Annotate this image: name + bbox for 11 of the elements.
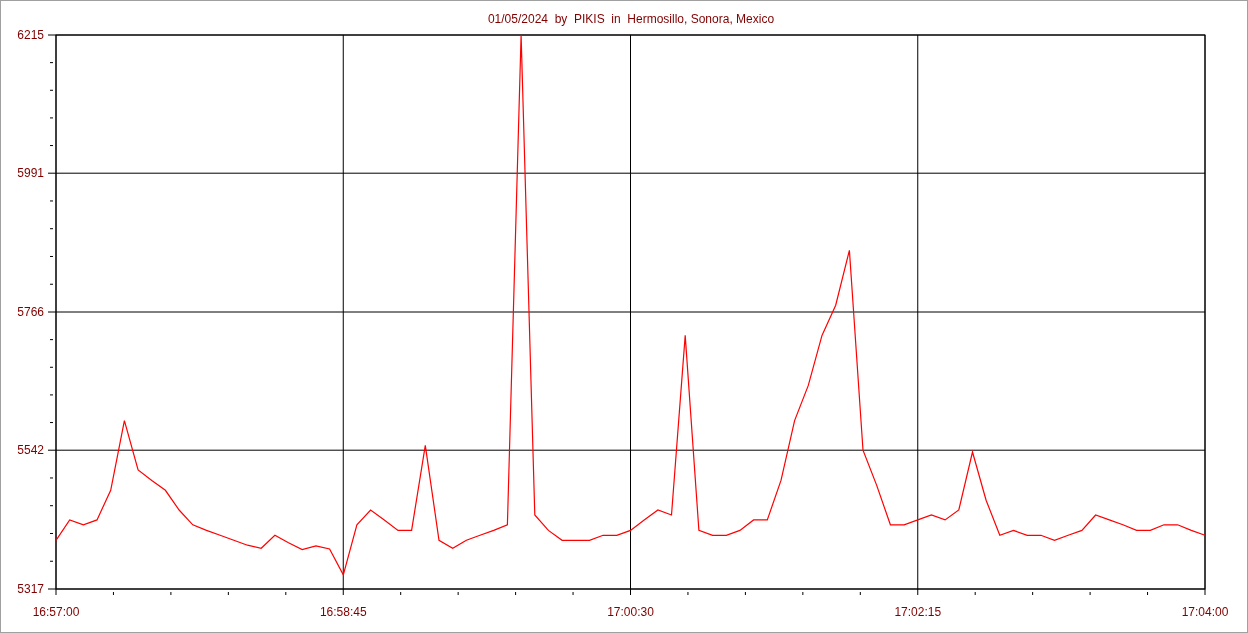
y-tick-label: 5766 — [17, 305, 44, 319]
x-tick-label: 17:00:30 — [607, 605, 654, 619]
y-tick-label: 5991 — [17, 166, 44, 181]
chart-title: 01/05/2024 by PIKIS in Hermosillo, Sonora, Mexico — [487, 12, 775, 26]
x-tick-label: 17:02:15 — [894, 605, 942, 619]
y-tick-label: 6215 — [17, 28, 44, 42]
x-tick-label: 16:57:00 — [32, 605, 80, 619]
y-tick-label: 5542 — [17, 443, 44, 458]
x-tick-label: 16:58:45 — [319, 605, 367, 619]
y-tick-label: 5317 — [17, 582, 44, 596]
x-tick-label: 17:04:00 — [1181, 605, 1229, 619]
